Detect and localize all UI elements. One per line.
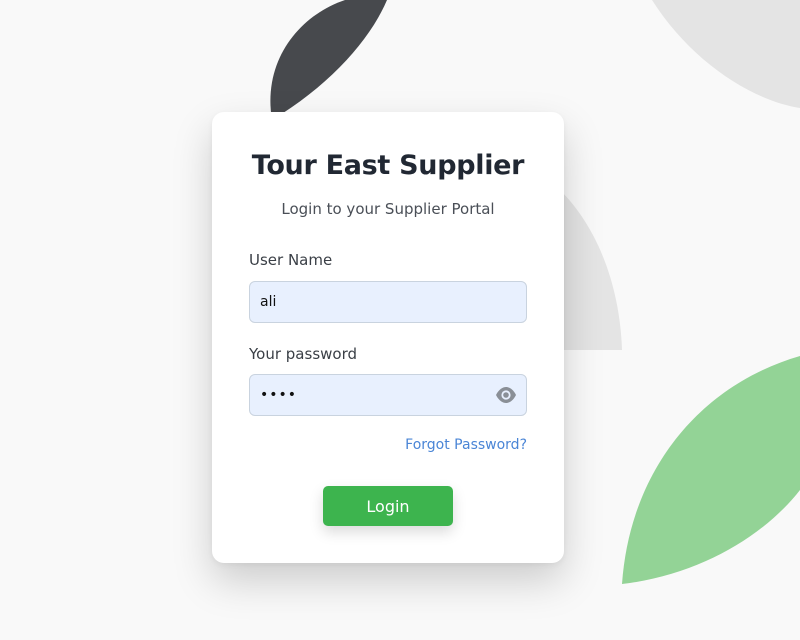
password-field[interactable] [249, 374, 527, 416]
username-field[interactable] [249, 281, 527, 323]
page-subtitle: Login to your Supplier Portal [281, 200, 495, 218]
login-page: Tour East Supplier Login to your Supplie… [0, 0, 800, 640]
login-button[interactable]: Login [323, 486, 453, 526]
page-title: Tour East Supplier [251, 150, 525, 181]
username-label: User Name [249, 251, 333, 269]
password-label: Your password [249, 345, 358, 363]
forgot-password-link[interactable]: Forgot Password? [405, 437, 527, 453]
eye-icon[interactable] [495, 385, 517, 405]
dark-leaf-shape [270, 0, 387, 120]
gray-leaf-shape [560, 190, 622, 350]
green-leaf-shape [622, 356, 800, 584]
login-card: Tour East Supplier Login to your Supplie… [212, 112, 564, 563]
gray-corner-shape [652, 0, 800, 108]
